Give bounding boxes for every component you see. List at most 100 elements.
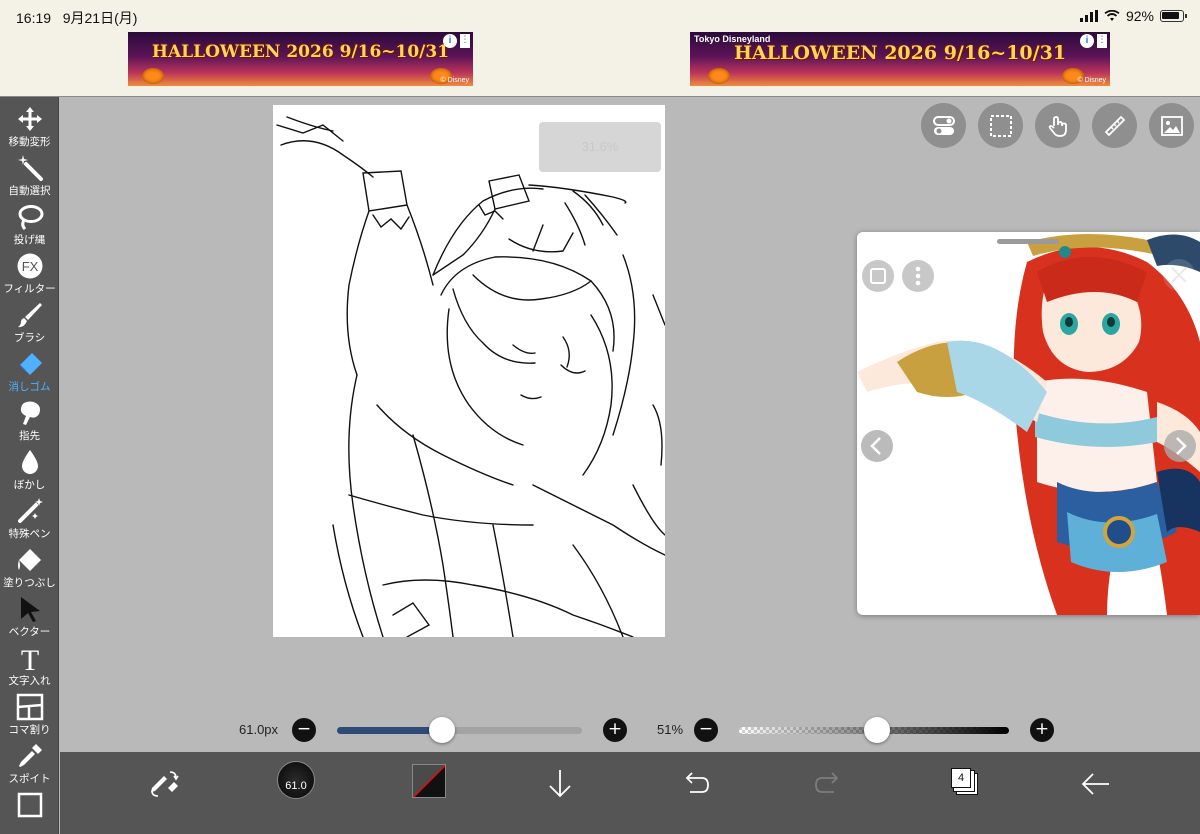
brush-size-button[interactable]: 61.0 bbox=[277, 761, 315, 799]
tool-label: コマ割り bbox=[8, 724, 51, 736]
ad-headline: HALLOWEEN 2026 9/16~10/31 bbox=[733, 42, 1067, 64]
arrow-left-icon bbox=[1081, 773, 1109, 795]
redo-icon bbox=[815, 772, 839, 793]
opacity-thumb[interactable] bbox=[863, 717, 890, 743]
zoom-indicator: 31.6% bbox=[539, 122, 661, 172]
tool-label: ベクター bbox=[8, 626, 51, 638]
ad-info-icon[interactable]: i bbox=[443, 34, 457, 48]
tool-label: 投げ縄 bbox=[13, 234, 46, 246]
status-date: 9月21日(月) bbox=[62, 10, 138, 26]
opacity-minus-button[interactable]: − bbox=[694, 718, 718, 742]
image-button[interactable] bbox=[1149, 103, 1194, 148]
ad-banner-right[interactable]: Tokyo Disneyland HALLOWEEN 2026 9/16~10/… bbox=[690, 32, 1110, 86]
opacity-label: 51% bbox=[657, 722, 684, 737]
brush-size-plus-button[interactable]: + bbox=[603, 718, 627, 742]
ref-prev-button[interactable] bbox=[861, 430, 893, 462]
chevron-right-icon bbox=[1176, 437, 1187, 455]
back-button[interactable] bbox=[1075, 764, 1115, 804]
tool-brush[interactable]: ブラシ bbox=[0, 297, 58, 346]
magic-wand-icon bbox=[17, 155, 43, 181]
fx-icon: FX bbox=[17, 253, 42, 279]
battery-icon bbox=[1160, 10, 1187, 22]
ruler-icon bbox=[1104, 115, 1125, 137]
tool-smudge[interactable]: 指先 bbox=[0, 395, 58, 444]
vector-arrow-icon bbox=[20, 597, 40, 622]
text-t-icon: T bbox=[20, 644, 38, 672]
pen-eraser-swap-button[interactable] bbox=[144, 764, 184, 804]
tool-label: ブラシ bbox=[13, 332, 46, 344]
pumpkin-icon bbox=[708, 68, 730, 84]
tool-label: 文字入れ bbox=[8, 675, 51, 687]
ad-more-icon[interactable]: ⋮ bbox=[1097, 34, 1107, 48]
brush-size-slider[interactable] bbox=[337, 727, 582, 734]
touch-button[interactable] bbox=[1035, 103, 1080, 148]
undo-icon bbox=[685, 772, 709, 793]
ad-headline: HALLOWEEN 2026 9/16~10/31 bbox=[151, 42, 450, 62]
tool-more[interactable] bbox=[0, 787, 58, 834]
status-time: 16:19 bbox=[16, 10, 52, 26]
color-swatch-button[interactable] bbox=[412, 764, 446, 798]
lasso-icon bbox=[18, 205, 43, 231]
eyedropper-icon bbox=[18, 744, 42, 767]
image-icon bbox=[1160, 116, 1183, 136]
layers-button[interactable]: 4 bbox=[951, 768, 971, 788]
ad-banner-left[interactable]: HALLOWEEN 2026 9/16~10/31 © Disney i ⋮ bbox=[128, 32, 473, 86]
tool-label: ぼかし bbox=[13, 479, 46, 491]
selection-button[interactable] bbox=[978, 103, 1023, 148]
wifi-icon bbox=[1104, 10, 1120, 21]
selection-icon bbox=[989, 115, 1012, 137]
drag-handle[interactable] bbox=[997, 239, 1059, 244]
redo-button[interactable] bbox=[808, 764, 848, 804]
ref-next-button[interactable] bbox=[1164, 430, 1196, 462]
tool-eyedropper[interactable]: スポイト bbox=[0, 738, 58, 787]
status-indicators: 92% bbox=[1079, 8, 1187, 24]
tool-label: 特殊ペン bbox=[8, 528, 51, 540]
signal-icon bbox=[1079, 10, 1098, 22]
tool-blur[interactable]: ぼかし bbox=[0, 444, 58, 493]
ad-copyright: © Disney bbox=[1077, 77, 1107, 84]
brush-size-label: 61.0px bbox=[239, 722, 279, 737]
tool-label: スポイト bbox=[8, 773, 51, 785]
tool-special-pen[interactable]: 特殊ペン bbox=[0, 493, 58, 542]
ad-more-icon[interactable]: ⋮ bbox=[460, 34, 470, 48]
eraser-icon bbox=[19, 353, 42, 375]
arrow-down-icon bbox=[549, 770, 571, 798]
svg-text:T: T bbox=[20, 644, 38, 672]
tool-filter[interactable]: FX フィルター bbox=[0, 248, 58, 297]
move-arrows-icon bbox=[17, 107, 42, 131]
ref-menu-button[interactable] bbox=[902, 260, 934, 292]
reference-window[interactable] bbox=[857, 232, 1200, 615]
opacity-plus-button[interactable]: + bbox=[1030, 718, 1054, 742]
tool-label: 消しゴム bbox=[8, 381, 51, 393]
tool-magic-wand[interactable]: 自動選択 bbox=[0, 150, 58, 199]
tool-frame[interactable]: コマ割り bbox=[0, 689, 58, 738]
ref-close-button[interactable] bbox=[1163, 259, 1195, 291]
download-button[interactable] bbox=[540, 764, 580, 804]
brush-size-minus-button[interactable]: − bbox=[292, 718, 316, 742]
tool-vector[interactable]: ベクター bbox=[0, 591, 58, 640]
ref-frame-button[interactable] bbox=[862, 260, 894, 292]
toggle-icon bbox=[932, 116, 955, 135]
tool-text[interactable]: T 文字入れ bbox=[0, 640, 58, 689]
droplet-icon bbox=[21, 450, 38, 474]
brush-size-thumb[interactable] bbox=[429, 717, 456, 743]
ad-info-icon[interactable]: i bbox=[1080, 34, 1094, 48]
undo-button[interactable] bbox=[676, 764, 716, 804]
tool-fill[interactable]: 塗りつぶし bbox=[0, 542, 58, 591]
tool-move[interactable]: 移動変形 bbox=[0, 101, 58, 150]
tool-eraser[interactable]: 消しゴム bbox=[0, 346, 58, 395]
sparkle-pen-icon bbox=[17, 498, 43, 523]
toggle-button[interactable] bbox=[921, 103, 966, 148]
sketch-lineart bbox=[276, 116, 665, 637]
status-time-date: 16:19 9月21日(月) bbox=[16, 8, 137, 28]
finger-icon bbox=[20, 401, 40, 425]
svg-text:FX: FX bbox=[21, 259, 38, 274]
pumpkin-icon bbox=[142, 68, 164, 84]
drawing-canvas[interactable] bbox=[273, 105, 665, 637]
bucket-icon bbox=[17, 549, 41, 571]
close-icon bbox=[1171, 267, 1187, 283]
bottom-toolbar bbox=[60, 752, 1200, 834]
tool-label: フィルター bbox=[3, 283, 56, 295]
ruler-button[interactable] bbox=[1092, 103, 1137, 148]
tool-lasso[interactable]: 投げ縄 bbox=[0, 199, 58, 248]
